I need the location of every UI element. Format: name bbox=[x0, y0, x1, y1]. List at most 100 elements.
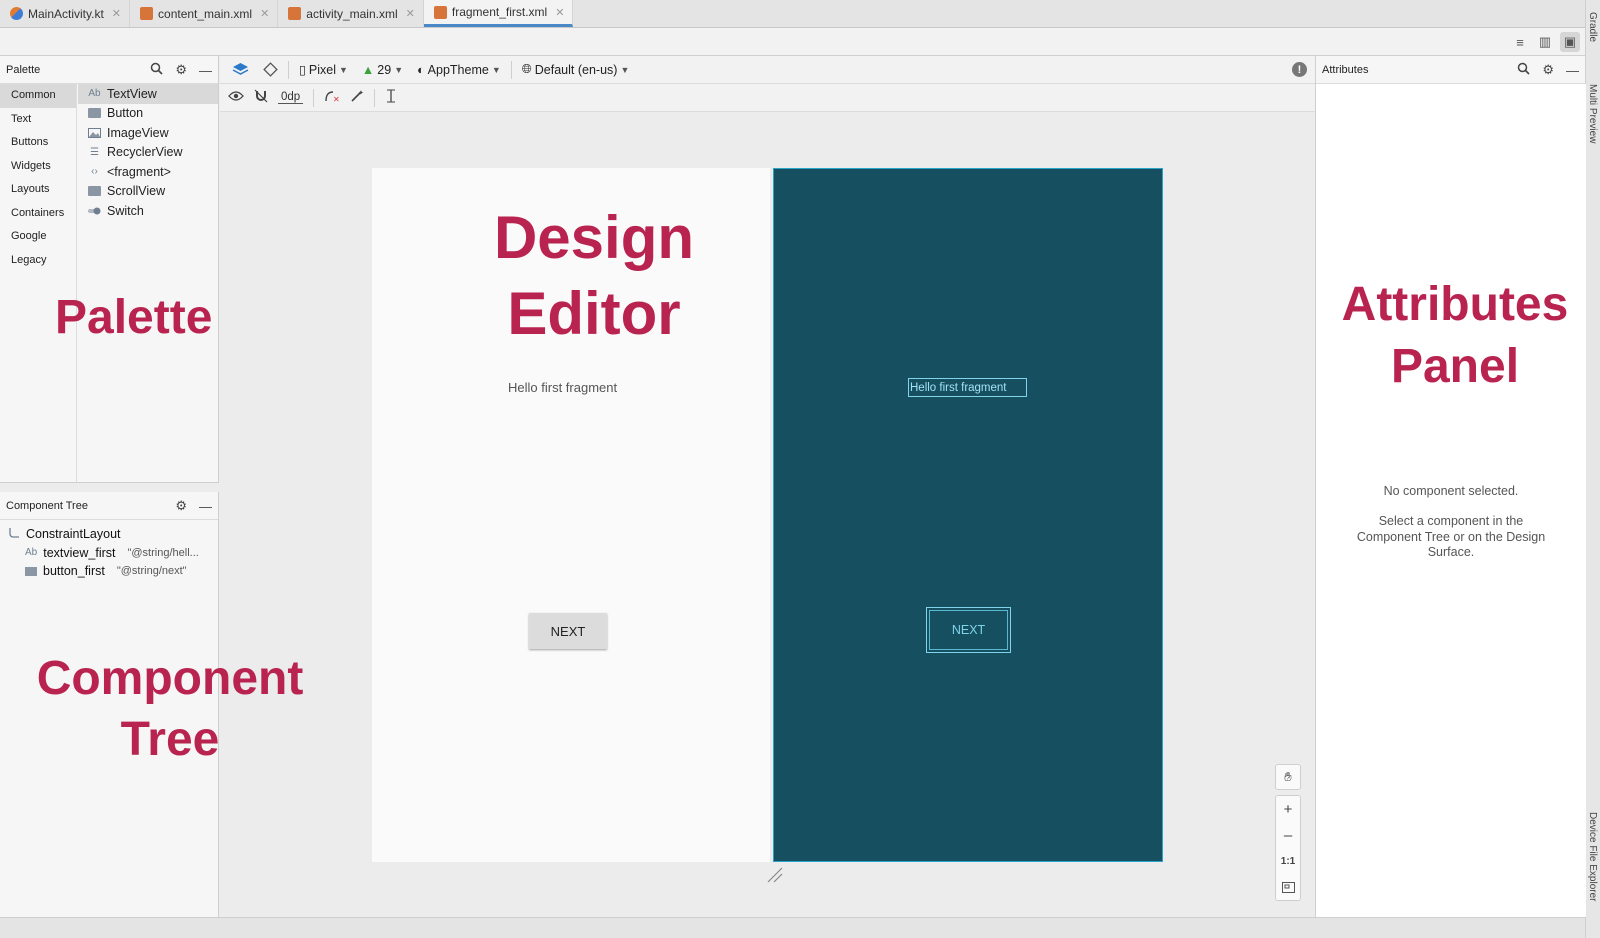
palette-item-label: Button bbox=[107, 106, 144, 121]
infer-constraints-wand-icon[interactable]: ✦ bbox=[350, 89, 364, 106]
gradle-tool-button[interactable]: Gradle bbox=[1587, 12, 1598, 42]
toolbar-separator bbox=[510, 60, 512, 79]
toolbar-separator bbox=[374, 88, 376, 107]
globe-icon: 🌐︎ bbox=[521, 62, 532, 76]
zoom-to-fit-icon[interactable] bbox=[1276, 874, 1300, 900]
zoom-actual-size-button[interactable]: 1:1 bbox=[1276, 848, 1300, 874]
palette-item-recyclerview[interactable]: ☰ RecyclerView bbox=[78, 143, 218, 163]
palette-item-label: Switch bbox=[107, 203, 144, 218]
palette-category-buttons[interactable]: Buttons bbox=[0, 131, 76, 155]
close-icon[interactable]: ✕ bbox=[112, 7, 121, 20]
view-options-eye-icon[interactable] bbox=[228, 90, 244, 105]
blueprint-textview-hello[interactable]: Hello first fragment bbox=[908, 378, 1027, 397]
palette-item-switch[interactable]: Switch bbox=[78, 201, 218, 221]
gear-icon[interactable]: ⚙ bbox=[175, 498, 187, 514]
locale-selector[interactable]: 🌐︎ Default (en-us) ▼ bbox=[518, 62, 634, 77]
resize-handle-icon[interactable] bbox=[766, 866, 784, 884]
theme-label: AppTheme bbox=[427, 62, 489, 77]
palette-category-google[interactable]: Google bbox=[0, 225, 76, 249]
minimize-icon[interactable]: — bbox=[1566, 63, 1579, 78]
tab-label: content_main.xml bbox=[158, 6, 253, 21]
minimize-icon[interactable]: — bbox=[199, 499, 212, 514]
guidelines-icon[interactable] bbox=[385, 89, 397, 106]
device-file-explorer-tool-button[interactable]: Device File Explorer bbox=[1587, 812, 1598, 901]
design-surface[interactable] bbox=[372, 168, 770, 862]
zoom-in-button[interactable]: + bbox=[1276, 796, 1300, 822]
overlay-label-tree: Tree bbox=[120, 713, 220, 766]
palette-category-containers[interactable]: Containers bbox=[0, 202, 76, 226]
select-component-hint: Select a component in the Component Tree… bbox=[1356, 514, 1546, 559]
theme-selector[interactable]: ◐ AppTheme ▼ bbox=[413, 63, 505, 77]
orientation-icon[interactable] bbox=[259, 62, 282, 77]
design-next-button[interactable]: NEXT bbox=[529, 613, 607, 649]
design-toolbar: ▯ Pixel ▼ ▲ 29 ▼ ◐ AppTheme ▼ 🌐︎ Default… bbox=[220, 56, 1315, 84]
overlay-label-attributes: Attributes bbox=[1341, 278, 1569, 331]
status-bar bbox=[0, 917, 1585, 938]
overlay-label-palette: Palette bbox=[55, 291, 213, 344]
palette-item-label: ScrollView bbox=[107, 184, 166, 199]
clear-constraints-icon[interactable]: ✕ bbox=[324, 89, 340, 106]
tab-content-main[interactable]: content_main.xml ✕ bbox=[130, 0, 279, 27]
tree-node-button-first[interactable]: button_first "@string/next" bbox=[0, 562, 218, 581]
tab-fragment-first[interactable]: fragment_first.xml ✕ bbox=[423, 0, 574, 27]
palette-item-fragment[interactable]: ‹› <fragment> bbox=[78, 162, 218, 182]
tree-node-constraintlayout[interactable]: ConstraintLayout bbox=[0, 525, 218, 544]
close-icon[interactable]: ✕ bbox=[555, 6, 564, 19]
search-icon[interactable] bbox=[150, 62, 163, 78]
blueprint-surface[interactable] bbox=[773, 168, 1163, 862]
right-tool-strip: Gradle Multi Preview Device File Explore… bbox=[1585, 0, 1600, 938]
warning-icon[interactable]: ! bbox=[1292, 62, 1307, 77]
palette-category-widgets[interactable]: Widgets bbox=[0, 155, 76, 179]
device-selector[interactable]: ▯ Pixel ▼ bbox=[295, 62, 352, 78]
tab-mainactivity[interactable]: MainActivity.kt ✕ bbox=[0, 0, 131, 27]
split-view-icon[interactable]: ▥ bbox=[1535, 32, 1555, 52]
palette-category-text[interactable]: Text bbox=[0, 108, 76, 132]
view-mode-bar: ≡ ▥ ▣ bbox=[0, 28, 1585, 56]
palette-categories: Common Text Buttons Widgets Layouts Cont… bbox=[0, 84, 77, 482]
palette-item-button[interactable]: Button bbox=[78, 104, 218, 124]
close-icon[interactable]: ✕ bbox=[260, 7, 269, 20]
gear-icon[interactable]: ⚙ bbox=[1542, 62, 1554, 78]
tab-label: activity_main.xml bbox=[306, 6, 398, 21]
close-icon[interactable]: ✕ bbox=[406, 7, 415, 20]
attributes-title: Attributes bbox=[1322, 63, 1369, 76]
multi-preview-tool-button[interactable]: Multi Preview bbox=[1587, 84, 1598, 143]
blueprint-next-button[interactable]: NEXT bbox=[926, 607, 1011, 653]
tree-node-value: "@string/next" bbox=[116, 565, 187, 578]
zoom-out-button[interactable]: – bbox=[1276, 822, 1300, 848]
design-view-icon[interactable]: ▣ bbox=[1560, 32, 1580, 52]
palette-title: Palette bbox=[6, 63, 41, 76]
palette-widget-list: Ab TextView Button ImageView ☰ RecyclerV… bbox=[78, 84, 218, 221]
palette-category-layouts[interactable]: Layouts bbox=[0, 178, 76, 202]
minimize-icon[interactable]: — bbox=[199, 63, 212, 78]
api-level-selector[interactable]: ▲ 29 ▼ bbox=[358, 63, 407, 77]
palette-item-scrollview[interactable]: ScrollView bbox=[78, 182, 218, 202]
button-icon bbox=[88, 108, 101, 119]
design-textview-hello[interactable]: Hello first fragment bbox=[508, 380, 617, 395]
android-icon: ▲ bbox=[361, 62, 375, 77]
tree-node-label: button_first bbox=[43, 564, 105, 579]
gear-icon[interactable]: ⚙ bbox=[175, 62, 187, 78]
design-blueprint-toggle-icon[interactable] bbox=[228, 62, 253, 77]
tree-node-textview-first[interactable]: Ab textview_first "@string/hell... bbox=[0, 544, 218, 563]
palette-item-label: ImageView bbox=[107, 125, 169, 140]
palette-item-imageview[interactable]: ImageView bbox=[78, 123, 218, 143]
palette-category-legacy[interactable]: Legacy bbox=[0, 249, 76, 273]
overlay-label-panel: Panel bbox=[1390, 340, 1520, 393]
tab-activity-main[interactable]: activity_main.xml ✕ bbox=[278, 0, 424, 27]
palette-item-label: TextView bbox=[107, 86, 157, 101]
overlay-label-component: Component bbox=[36, 652, 304, 705]
palette-item-textview[interactable]: Ab TextView bbox=[78, 84, 218, 104]
textview-icon: Ab bbox=[88, 88, 101, 100]
default-margins-field[interactable]: 0dp bbox=[278, 91, 304, 104]
component-tree-title: Component Tree bbox=[6, 499, 88, 512]
palette-category-common[interactable]: Common bbox=[0, 84, 76, 108]
code-view-icon[interactable]: ≡ bbox=[1510, 32, 1530, 52]
autoconnect-magnet-icon[interactable] bbox=[254, 89, 268, 106]
xml-file-icon bbox=[140, 7, 154, 20]
constraint-toolbar: 0dp ✕ ✦ bbox=[220, 84, 1315, 112]
textview-icon: Ab bbox=[25, 547, 38, 559]
search-icon[interactable] bbox=[1517, 62, 1530, 78]
api-level-label: 29 bbox=[377, 62, 392, 77]
pan-hand-icon[interactable]: ✋︎ bbox=[1275, 764, 1301, 790]
